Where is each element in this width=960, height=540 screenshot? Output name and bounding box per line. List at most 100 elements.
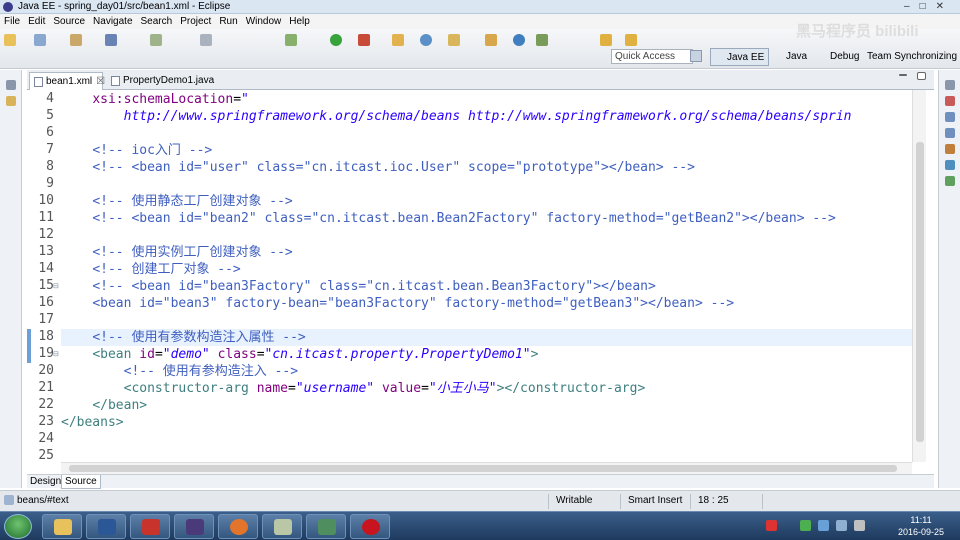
taskbar-app-red[interactable] <box>130 514 170 539</box>
code-line[interactable]: <bean id="demo" class="cn.itcast.propert… <box>61 346 538 363</box>
code-editor[interactable]: 4 5 6 7 8 9 10 11 12 13 14 15 ⊟ 16 17 18 19 ⊟ 20 21 22 23 24 25… <box>27 90 912 462</box>
taskbar-tools[interactable] <box>262 514 302 539</box>
perspective-debug[interactable]: Debug <box>820 48 859 66</box>
code-line[interactable]: <!-- 使用静态工厂创建对象 --> <box>61 193 292 210</box>
taskbar-eclipse[interactable] <box>174 514 214 539</box>
markers-icon[interactable] <box>945 128 955 138</box>
taskbar-explorer[interactable] <box>42 514 82 539</box>
code-token: "username" <box>295 381 375 396</box>
save-icon[interactable] <box>34 34 46 46</box>
menu-source[interactable]: Source <box>49 14 89 29</box>
taskbar-window[interactable] <box>306 514 346 539</box>
code-line[interactable]: </beans> <box>61 414 124 431</box>
code-line[interactable]: <!-- 使用有参构造注入 --> <box>61 363 298 380</box>
new-project-icon[interactable] <box>392 34 404 46</box>
code-token: > <box>530 347 539 362</box>
menu-edit[interactable]: Edit <box>24 14 49 29</box>
flag-icon[interactable] <box>836 520 847 531</box>
search-icon[interactable] <box>536 34 548 46</box>
globe-icon[interactable] <box>513 34 525 46</box>
code-line[interactable]: <!-- <bean id="bean2" class="cn.itcast.b… <box>61 210 836 227</box>
horizontal-scrollbar[interactable] <box>61 462 912 474</box>
status-insert-mode[interactable]: Smart Insert <box>628 491 682 511</box>
code-token: "小王小马" <box>428 381 497 396</box>
new-web-icon[interactable] <box>420 34 432 46</box>
clock-date: 2016-09-25 <box>897 527 945 537</box>
menu-project[interactable]: Project <box>176 14 215 29</box>
network-icon[interactable] <box>800 520 811 531</box>
open-perspective-icon[interactable] <box>690 50 702 62</box>
perspective-java[interactable]: Java <box>776 48 807 66</box>
project-explorer-icon[interactable] <box>6 96 16 106</box>
perspective-javaee[interactable]: Java EE <box>710 48 770 66</box>
start-button[interactable] <box>4 514 32 539</box>
restore-icon[interactable] <box>945 80 955 90</box>
menu-help[interactable]: Help <box>285 14 314 29</box>
console-icon[interactable] <box>105 34 117 46</box>
minimize-icon[interactable] <box>899 74 907 76</box>
outline-icon[interactable] <box>945 96 955 106</box>
code-line[interactable]: <!-- 使用有参数构造注入属性 --> <box>61 329 305 346</box>
menu-run[interactable]: Run <box>215 14 241 29</box>
java-file-icon <box>111 76 120 86</box>
system-tray <box>760 520 880 534</box>
forward-arrow-icon[interactable] <box>625 34 637 46</box>
menu-search[interactable]: Search <box>137 14 177 29</box>
taskbar-word[interactable] <box>86 514 126 539</box>
code-line[interactable]: <!-- 使用实例工厂创建对象 --> <box>61 244 292 261</box>
code-line[interactable]: <constructor-arg name="username" value="… <box>61 380 646 397</box>
code-line[interactable]: xsi:schemaLocation=" <box>61 91 249 108</box>
code-line[interactable]: </bean> <box>61 397 147 414</box>
pencil-icon[interactable] <box>485 34 497 46</box>
task-list-icon[interactable] <box>945 112 955 122</box>
code-line[interactable]: <!-- <bean id="user" class="cn.itcast.io… <box>61 159 695 176</box>
taskbar-recorder[interactable] <box>350 514 390 539</box>
server-icon[interactable] <box>285 34 297 46</box>
tab-bean1-xml[interactable]: bean1.xml ☒ <box>29 72 105 90</box>
menu-navigate[interactable]: Navigate <box>89 14 136 29</box>
taskbar-firefox[interactable] <box>218 514 258 539</box>
ime-icon[interactable] <box>766 520 777 531</box>
open-folder-icon[interactable] <box>448 34 460 46</box>
code-token: <!-- 使用有参构造注入 --> <box>123 364 299 379</box>
back-arrow-icon[interactable] <box>600 34 612 46</box>
code-line[interactable]: <!-- ioc入门 --> <box>61 142 212 159</box>
close-icon[interactable]: ☒ <box>96 76 105 87</box>
console-view-icon[interactable] <box>945 160 955 170</box>
vertical-scrollbar[interactable] <box>912 90 926 462</box>
code-line[interactable]: <!-- <bean id="bean3Factory" class="cn.i… <box>61 278 656 295</box>
code-line[interactable]: http://www.springframework.org/schema/be… <box>61 108 852 125</box>
servers-icon[interactable] <box>945 144 955 154</box>
debug-step-icon[interactable] <box>150 34 162 46</box>
system-clock[interactable]: 11:11 2016-09-25 <box>886 514 956 538</box>
perspective-team[interactable]: Team Synchronizing <box>867 48 957 66</box>
line-number: 19 <box>38 346 54 361</box>
code-line[interactable]: <!-- 创建工厂对象 --> <box>61 261 240 278</box>
eclipse-icon <box>3 2 13 12</box>
tab-source[interactable]: Source <box>61 475 101 489</box>
snippets-icon[interactable] <box>945 176 955 186</box>
tab-design[interactable]: Design <box>27 475 64 489</box>
run-icon[interactable] <box>330 34 342 46</box>
code-token: <bean <box>92 347 140 362</box>
fold-toggle-icon[interactable]: ⊟ <box>53 282 59 290</box>
external-tools-icon[interactable] <box>358 34 370 46</box>
battery-icon[interactable] <box>854 520 865 531</box>
quick-access-input[interactable]: Quick Access <box>611 49 693 64</box>
skip-breakpoints-icon[interactable] <box>200 34 212 46</box>
volume-icon[interactable] <box>818 520 829 531</box>
code-line[interactable]: <bean id="bean3" factory-bean="bean3Fact… <box>61 295 734 312</box>
menu-window[interactable]: Window <box>242 14 286 29</box>
vertical-scroll-thumb[interactable] <box>916 142 924 442</box>
menu-file[interactable]: File <box>0 14 24 29</box>
print-icon[interactable] <box>70 34 82 46</box>
tab-propertydemo1-java[interactable]: PropertyDemo1.java <box>107 72 217 90</box>
horizontal-scroll-thumb[interactable] <box>69 465 897 472</box>
restore-icon[interactable] <box>6 80 16 90</box>
new-icon[interactable] <box>4 34 16 46</box>
maximize-icon[interactable] <box>917 72 926 80</box>
fold-toggle-icon[interactable]: ⊟ <box>53 350 59 358</box>
window-controls[interactable]: –□✕ <box>904 0 954 14</box>
